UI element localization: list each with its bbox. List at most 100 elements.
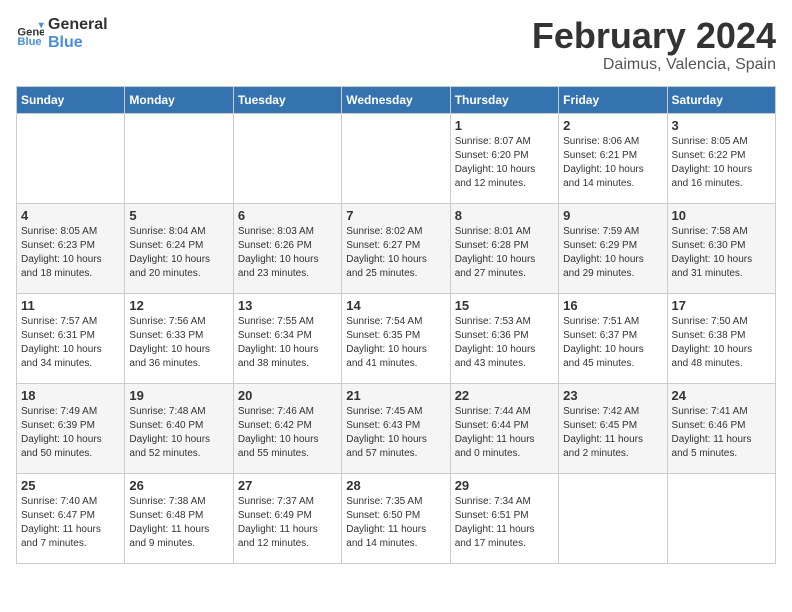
day-number: 21 (346, 388, 445, 403)
day-header-friday: Friday (559, 86, 667, 113)
month-title: February 2024 (532, 16, 776, 56)
day-number: 9 (563, 208, 662, 223)
day-number: 3 (672, 118, 771, 133)
day-info: Sunrise: 7:40 AM Sunset: 6:47 PM Dayligh… (21, 495, 120, 551)
day-number: 14 (346, 298, 445, 313)
day-number: 10 (672, 208, 771, 223)
day-info: Sunrise: 8:03 AM Sunset: 6:26 PM Dayligh… (238, 225, 337, 281)
day-cell: 8Sunrise: 8:01 AM Sunset: 6:28 PM Daylig… (450, 203, 558, 293)
day-number: 24 (672, 388, 771, 403)
day-number: 29 (455, 478, 554, 493)
day-cell (559, 473, 667, 563)
day-cell: 10 Sunrise: 7:58 AM Sunset: 6:30 PM Dayli… (667, 203, 775, 293)
day-number: 22 (455, 388, 554, 403)
calendar-body: 1 Sunrise: 8:07 AM Sunset: 6:20 PM Daylig… (17, 113, 776, 563)
day-info: Sunrise: 7:48 AM Sunset: 6:40 PM Dayligh… (129, 405, 228, 461)
logo-icon: General Blue (16, 20, 44, 48)
logo-blue: Blue (48, 34, 108, 52)
page-header: General Blue General Blue February 2024 … (16, 16, 776, 74)
day-info: Sunrise: 7:41 AM Sunset: 6:46 PM Dayligh… (672, 405, 771, 461)
day-cell: 23 Sunrise: 7:42 AM Sunset: 6:45 PM Dayli… (559, 383, 667, 473)
day-number: 11 (21, 298, 120, 313)
day-cell: 1 Sunrise: 8:07 AM Sunset: 6:20 PM Daylig… (450, 113, 558, 203)
week-row-4: 18 Sunrise: 7:49 AM Sunset: 6:39 PM Dayli… (17, 383, 776, 473)
day-cell: 3 Sunrise: 8:05 AM Sunset: 6:22 PM Daylig… (667, 113, 775, 203)
day-header-monday: Monday (125, 86, 233, 113)
day-cell: 19Sunrise: 7:48 AM Sunset: 6:40 PM Dayli… (125, 383, 233, 473)
day-header-sunday: Sunday (17, 86, 125, 113)
day-info: Sunrise: 7:38 AM Sunset: 6:48 PM Dayligh… (129, 495, 228, 551)
day-info: Sunrise: 7:37 AM Sunset: 6:49 PM Dayligh… (238, 495, 337, 551)
day-number: 25 (21, 478, 120, 493)
day-cell: 18 Sunrise: 7:49 AM Sunset: 6:39 PM Dayli… (17, 383, 125, 473)
day-cell: 4Sunrise: 8:05 AM Sunset: 6:23 PM Daylig… (17, 203, 125, 293)
day-number: 23 (563, 388, 662, 403)
week-row-1: 1 Sunrise: 8:07 AM Sunset: 6:20 PM Daylig… (17, 113, 776, 203)
day-info: Sunrise: 7:54 AM Sunset: 6:35 PM Dayligh… (346, 315, 445, 371)
day-number: 5 (129, 208, 228, 223)
day-info: Sunrise: 7:56 AM Sunset: 6:33 PM Dayligh… (129, 315, 228, 371)
day-cell: 17 Sunrise: 7:50 AM Sunset: 6:38 PM Dayli… (667, 293, 775, 383)
day-number: 2 (563, 118, 662, 133)
day-cell: 11Sunrise: 7:57 AM Sunset: 6:31 PM Dayli… (17, 293, 125, 383)
day-info: Sunrise: 7:53 AM Sunset: 6:36 PM Dayligh… (455, 315, 554, 371)
day-info: Sunrise: 7:58 AM Sunset: 6:30 PM Dayligh… (672, 225, 771, 281)
calendar-table: SundayMondayTuesdayWednesdayThursdayFrid… (16, 86, 776, 564)
day-info: Sunrise: 7:46 AM Sunset: 6:42 PM Dayligh… (238, 405, 337, 461)
day-cell (233, 113, 341, 203)
title-block: February 2024 Daimus, Valencia, Spain (532, 16, 776, 74)
day-cell: 29 Sunrise: 7:34 AM Sunset: 6:51 PM Dayli… (450, 473, 558, 563)
day-info: Sunrise: 8:01 AM Sunset: 6:28 PM Dayligh… (455, 225, 554, 281)
day-cell: 27 Sunrise: 7:37 AM Sunset: 6:49 PM Dayli… (233, 473, 341, 563)
week-row-3: 11Sunrise: 7:57 AM Sunset: 6:31 PM Dayli… (17, 293, 776, 383)
day-info: Sunrise: 7:49 AM Sunset: 6:39 PM Dayligh… (21, 405, 120, 461)
day-cell: 25 Sunrise: 7:40 AM Sunset: 6:47 PM Dayli… (17, 473, 125, 563)
day-header-wednesday: Wednesday (342, 86, 450, 113)
day-info: Sunrise: 8:07 AM Sunset: 6:20 PM Dayligh… (455, 135, 554, 191)
day-number: 6 (238, 208, 337, 223)
day-cell: 22 Sunrise: 7:44 AM Sunset: 6:44 PM Dayli… (450, 383, 558, 473)
day-cell: 15 Sunrise: 7:53 AM Sunset: 6:36 PM Dayli… (450, 293, 558, 383)
week-row-5: 25 Sunrise: 7:40 AM Sunset: 6:47 PM Dayli… (17, 473, 776, 563)
day-number: 1 (455, 118, 554, 133)
day-cell: 28 Sunrise: 7:35 AM Sunset: 6:50 PM Dayli… (342, 473, 450, 563)
day-cell: 26 Sunrise: 7:38 AM Sunset: 6:48 PM Dayli… (125, 473, 233, 563)
day-info: Sunrise: 8:06 AM Sunset: 6:21 PM Dayligh… (563, 135, 662, 191)
day-info: Sunrise: 7:55 AM Sunset: 6:34 PM Dayligh… (238, 315, 337, 371)
day-info: Sunrise: 7:59 AM Sunset: 6:29 PM Dayligh… (563, 225, 662, 281)
day-info: Sunrise: 7:45 AM Sunset: 6:43 PM Dayligh… (346, 405, 445, 461)
day-number: 7 (346, 208, 445, 223)
day-cell: 16Sunrise: 7:51 AM Sunset: 6:37 PM Dayli… (559, 293, 667, 383)
day-number: 26 (129, 478, 228, 493)
day-cell: 7 Sunrise: 8:02 AM Sunset: 6:27 PM Daylig… (342, 203, 450, 293)
day-info: Sunrise: 7:50 AM Sunset: 6:38 PM Dayligh… (672, 315, 771, 371)
day-cell: 12 Sunrise: 7:56 AM Sunset: 6:33 PM Dayli… (125, 293, 233, 383)
location: Daimus, Valencia, Spain (532, 56, 776, 74)
logo-general: General (48, 16, 108, 34)
day-number: 27 (238, 478, 337, 493)
day-info: Sunrise: 8:04 AM Sunset: 6:24 PM Dayligh… (129, 225, 228, 281)
day-number: 18 (21, 388, 120, 403)
day-number: 15 (455, 298, 554, 313)
day-cell (17, 113, 125, 203)
day-cell: 5 Sunrise: 8:04 AM Sunset: 6:24 PM Daylig… (125, 203, 233, 293)
week-row-2: 4Sunrise: 8:05 AM Sunset: 6:23 PM Daylig… (17, 203, 776, 293)
day-info: Sunrise: 7:51 AM Sunset: 6:37 PM Dayligh… (563, 315, 662, 371)
day-info: Sunrise: 8:02 AM Sunset: 6:27 PM Dayligh… (346, 225, 445, 281)
day-info: Sunrise: 7:42 AM Sunset: 6:45 PM Dayligh… (563, 405, 662, 461)
day-cell: 20Sunrise: 7:46 AM Sunset: 6:42 PM Dayli… (233, 383, 341, 473)
day-number: 17 (672, 298, 771, 313)
day-cell: 2 Sunrise: 8:06 AM Sunset: 6:21 PM Daylig… (559, 113, 667, 203)
day-cell (125, 113, 233, 203)
day-cell: 13Sunrise: 7:55 AM Sunset: 6:34 PM Dayli… (233, 293, 341, 383)
day-info: Sunrise: 8:05 AM Sunset: 6:22 PM Dayligh… (672, 135, 771, 191)
svg-text:Blue: Blue (17, 36, 41, 48)
day-number: 12 (129, 298, 228, 313)
day-number: 28 (346, 478, 445, 493)
day-info: Sunrise: 7:34 AM Sunset: 6:51 PM Dayligh… (455, 495, 554, 551)
day-number: 4 (21, 208, 120, 223)
calendar-header: SundayMondayTuesdayWednesdayThursdayFrid… (17, 86, 776, 113)
day-cell: 21 Sunrise: 7:45 AM Sunset: 6:43 PM Dayli… (342, 383, 450, 473)
day-info: Sunrise: 7:44 AM Sunset: 6:44 PM Dayligh… (455, 405, 554, 461)
day-info: Sunrise: 7:35 AM Sunset: 6:50 PM Dayligh… (346, 495, 445, 551)
